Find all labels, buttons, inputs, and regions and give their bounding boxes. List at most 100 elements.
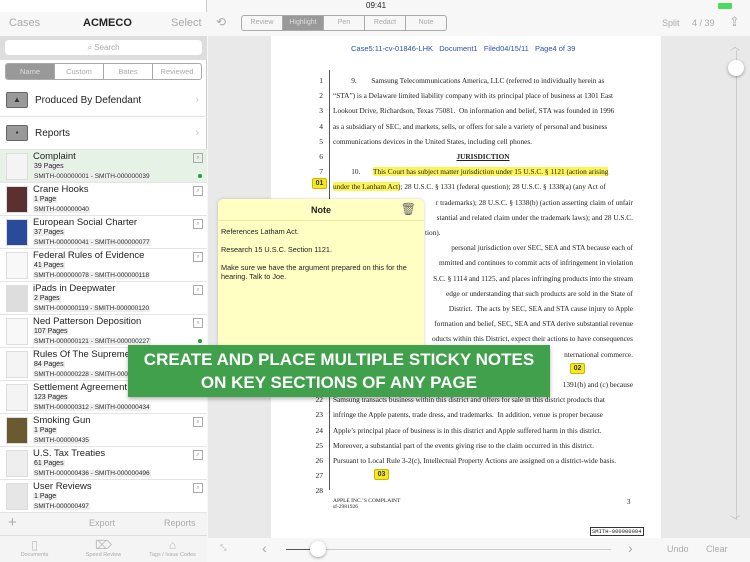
document-icon: ▯ [31,538,38,552]
reports-button[interactable]: Reports [164,518,196,528]
line-number: 6 [319,152,323,161]
clear-button[interactable]: Clear [706,544,728,554]
ecf-header: Case5:11-cv-01846-LHK Document1 Filed04/… [351,44,576,53]
vertical-page-slider[interactable] [736,50,737,520]
document-row[interactable]: U.S. Tax Treaties 61 Pages SMITH-000000436… [0,447,207,480]
mode-review[interactable]: Review [242,16,283,30]
page-slider-thumb[interactable] [310,541,326,557]
select-button[interactable]: Select [171,17,202,29]
sort-reviewed[interactable]: Reviewed [153,64,201,79]
next-page-button[interactable]: › [628,540,633,556]
page-count: 1 Page [33,493,58,500]
sidebar-bottom-toolbar: + Export Reports [0,512,207,535]
bates-range: SMITH-000000435 [33,437,90,444]
bates-range: SMITH-000000312 - SMITH-000000434 [33,404,151,411]
mode-note[interactable]: Note [406,16,446,30]
chevron-right-icon: › [195,127,199,139]
sort-bates[interactable]: Bates [104,64,153,79]
line-number: 1 [319,76,323,85]
document-row[interactable]: Ned Patterson Deposition 107 Pages SMITH-0… [0,315,207,348]
bates-range: SMITH-000000001 - SMITH-000000039 [33,173,151,180]
chevron-down-icon[interactable]: ﹀ [730,512,740,527]
search-in-document-icon[interactable]: ⌕ [193,153,203,163]
undo-button[interactable]: Undo [667,544,689,554]
bates-range: SMITH-000000040 [33,206,90,213]
previous-page-button[interactable]: ‹ [262,540,267,556]
viewer-toolbar: ⟲ Review Highlight Pen Redact Note Split 4 /… [208,12,750,36]
chevron-up-icon[interactable]: ︿ [730,38,740,53]
document-row[interactable]: User Reviews 1 Page SMITH-000000497 ⌕ [0,480,207,513]
note-title: Note [218,199,424,221]
line-number: 4 [319,121,323,131]
bates-range: SMITH-000000436 - SMITH-000000496 [33,470,151,477]
note-marker-01[interactable]: 01 [312,178,327,189]
share-icon[interactable]: ⇪ [729,14,740,30]
tab-tags[interactable]: ⌂ Tags / Issue Codes [138,538,207,558]
sort-custom[interactable]: Custom [55,64,104,79]
viewer-bottom-bar: ⤡ ‹ › Undo Clear [208,538,750,562]
vertical-slider-thumb[interactable] [728,60,744,76]
document-row[interactable]: Smoking Gun 1 Page SMITH-000000435 ⌕ [0,414,207,447]
document-title: Crane Hooks [33,184,89,195]
search-in-document-icon[interactable]: ⌕ [193,450,203,460]
document-row[interactable]: Federal Rules of Evidence 41 Pages SMITH-0… [0,249,207,282]
document-title: User Reviews [33,481,92,492]
note-paragraph: Make sure we have the argument prepared … [221,263,407,281]
tab-label: Documents [20,552,49,558]
split-button[interactable]: Split [662,18,680,28]
line-number: 7 [319,167,323,177]
note-marker-02[interactable]: 02 [570,363,585,374]
search-in-document-icon[interactable]: ⌕ [193,219,203,229]
mode-pen[interactable]: Pen [324,16,365,30]
sidebar-nav: Cases ACMECO Select [0,12,207,36]
search-input[interactable]: ⌕ Search [5,40,202,55]
add-button[interactable]: + [8,514,17,531]
search-in-document-icon[interactable]: ⌕ [193,186,203,196]
search-in-document-icon[interactable]: ⌕ [193,285,203,295]
folder-label: Produced By Defendant [35,94,142,106]
text-line: tion). [425,228,441,237]
tab-speed-review[interactable]: ⌦ Speed Review [69,538,138,558]
folder-label: Reports [35,127,71,139]
document-thumbnail [6,417,28,444]
document-row[interactable]: Complaint 39 Pages SMITH-000000001 - SMITH… [0,150,207,183]
document-sidebar: Cases ACMECO Select ⌕ Search Name Custom B… [0,0,207,562]
search-in-document-icon[interactable]: ⌕ [193,318,203,328]
document-row[interactable]: iPads in Deepwater 2 Pages SMITH-000000119… [0,282,207,315]
document-title: U.S. Tax Treaties [33,448,106,459]
document-title: Ned Patterson Deposition [33,316,142,327]
search-in-document-icon[interactable]: ⌕ [193,483,203,493]
document-row[interactable]: Crane Hooks 1 Page SMITH-000000040 ⌕ [0,183,207,216]
tab-bar: ▯ Documents ⌦ Speed Review ⌂ Tags / Issue C… [0,535,207,562]
mode-redact[interactable]: Redact [365,16,406,30]
note-marker-03[interactable]: 03 [374,469,389,480]
rotate-icon[interactable]: ⟲ [216,15,226,29]
line-number: 27 [315,471,324,481]
annotation-mode-control: Review Highlight Pen Redact Note [241,15,447,31]
bates-stamp: SMITH-000000004 [590,527,644,536]
fullscreen-icon[interactable]: ⤡ [220,543,226,553]
chevron-right-icon: › [195,94,199,106]
page-count: 107 Pages [33,328,69,335]
footer-id: sf-2981926 [333,504,359,510]
document-thumbnail [6,351,28,378]
search-in-document-icon[interactable]: ⌕ [193,252,203,262]
folder-row[interactable]: ▲ Produced By Defendant › [0,84,207,117]
trash-icon[interactable]: 🗑 [401,202,416,216]
mode-highlight[interactable]: Highlight [283,16,324,30]
page-slider[interactable] [286,549,611,550]
text-line: as a subsidiary of SEC, and markets, sel… [333,121,608,131]
export-button[interactable]: Export [89,518,115,528]
bates-range: SMITH-000000121 - SMITH-000000227 [33,338,151,345]
document-title: Complaint [33,151,76,162]
cases-back-button[interactable]: Cases [9,17,40,29]
search-in-document-icon[interactable]: ⌕ [193,417,203,427]
highlighted-text[interactable]: under the Lanham Act) [333,182,401,192]
folder-row[interactable]: ▪ Reports › [0,117,207,150]
highlighted-text[interactable]: This Court has subject matter jurisdicti… [373,167,609,177]
tab-documents[interactable]: ▯ Documents [0,538,69,558]
note-body[interactable]: References Latham Act. Research 15 U.S.C.… [218,221,424,296]
document-row[interactable]: European Social Charter 37 Pages SMITH-000… [0,216,207,249]
sort-name[interactable]: Name [6,64,55,79]
page-counter: 4 / 39 [692,18,715,28]
